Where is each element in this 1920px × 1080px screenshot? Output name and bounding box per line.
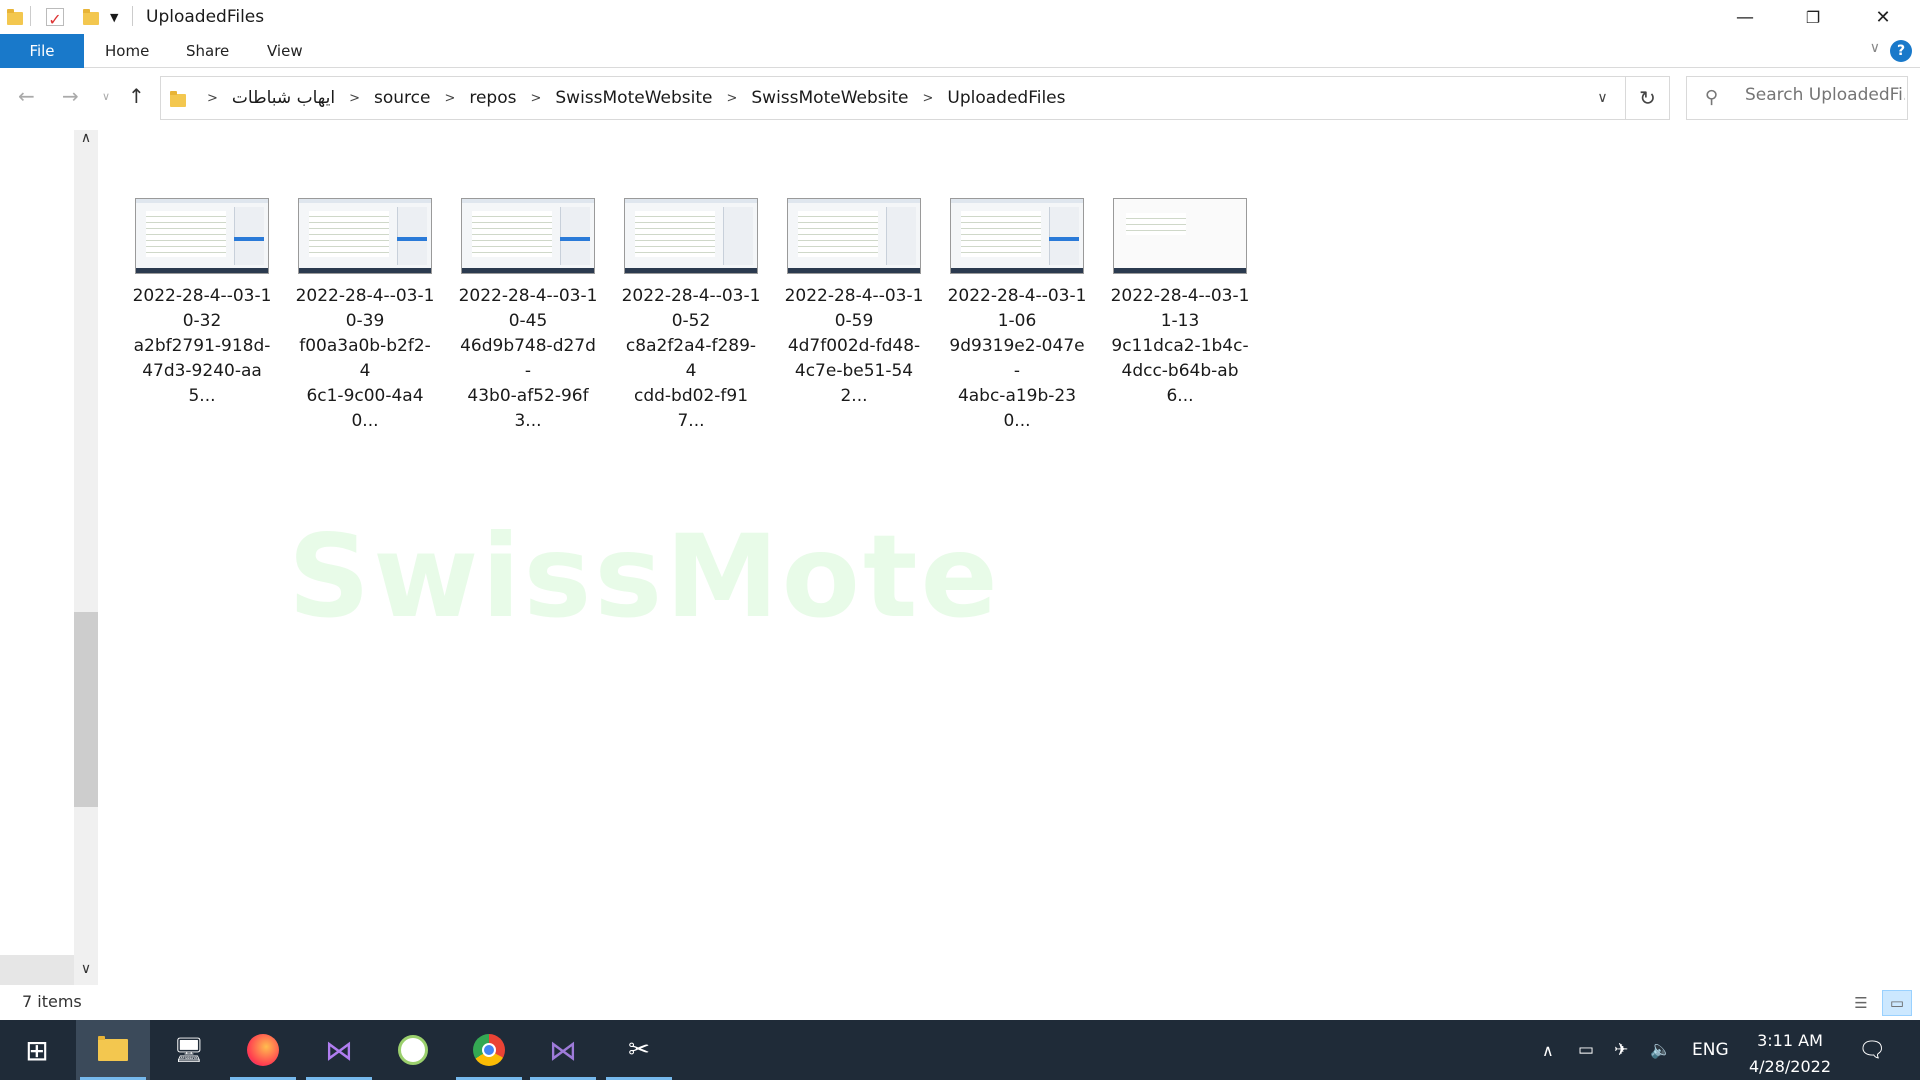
up-icon[interactable]: ↑ (128, 84, 145, 108)
file-name: 2022-28-4--03-1 0-32 a2bf2791-918d- 47d3-92… (132, 286, 272, 406)
file-thumbnail (135, 198, 269, 274)
horizontal-scrollbar[interactable] (0, 955, 74, 985)
chevron-right-icon[interactable]: > (349, 91, 360, 106)
refresh-icon[interactable]: ↻ (1626, 76, 1670, 120)
file-item[interactable]: 2022-28-4--03-1 0-39 f00a3a0b-b2f2-4 6c1-9c… (295, 198, 435, 434)
watermark-text: SwissMote (288, 510, 1001, 643)
volume-icon[interactable]: 🔈 (1650, 1020, 1671, 1080)
large-icons-view-icon[interactable]: ▭ (1882, 990, 1912, 1016)
language-indicator[interactable]: ENG (1692, 1020, 1729, 1080)
notifications-icon[interactable]: 🗨 (1858, 1020, 1886, 1080)
item-count: 7 items (22, 992, 82, 1011)
help-button[interactable]: ? (1890, 40, 1912, 62)
file-thumbnail (298, 198, 432, 274)
expand-ribbon-icon[interactable]: ∨ (1870, 40, 1880, 56)
search-icon: ⚲ (1705, 87, 1719, 108)
file-item[interactable]: 2022-28-4--03-1 0-59 4d7f002d-fd48- 4c7e-be… (784, 198, 924, 409)
timer-app-icon[interactable] (376, 1020, 450, 1080)
close-button[interactable]: ✕ (1848, 0, 1918, 34)
divider (30, 6, 31, 26)
breadcrumb-item[interactable]: SwissMoteWebsite (751, 88, 908, 108)
file-name: 2022-28-4--03-1 1-13 9c11dca2-1b4c- 4dcc-b6… (1110, 286, 1250, 406)
new-folder-icon[interactable] (80, 6, 102, 28)
address-bar[interactable]: > ايهاب شباطات > source > repos > SwissM… (160, 76, 1626, 120)
file-item[interactable]: 2022-28-4--03-1 1-13 9c11dca2-1b4c- 4dcc-b6… (1110, 198, 1250, 409)
title-bar: ✓ ▼ UploadedFiles — ❐ ✕ (0, 0, 1920, 36)
search-box[interactable]: ⚲ (1686, 76, 1908, 120)
file-explorer-icon[interactable] (76, 1020, 150, 1080)
status-bar: 7 items ☰ ▭ (0, 988, 1920, 1018)
customize-toolbar-icon[interactable]: ▼ (110, 11, 132, 33)
search-input[interactable] (1745, 85, 1905, 105)
ribbon-tabs: File Home Share View ∨ ? (0, 34, 1920, 68)
properties-icon[interactable]: ✓ (46, 8, 64, 29)
back-icon[interactable]: ← (18, 84, 35, 108)
firefox-icon[interactable] (226, 1020, 300, 1080)
scrollbar-thumb[interactable] (74, 612, 98, 807)
file-item[interactable]: 2022-28-4--03-1 0-32 a2bf2791-918d- 47d3-92… (132, 198, 272, 409)
chevron-right-icon[interactable]: > (207, 91, 218, 106)
tab-home[interactable]: Home (91, 34, 163, 68)
file-name: 2022-28-4--03-1 1-06 9d9319e2-047e- 4abc-a1… (947, 286, 1087, 431)
forward-icon[interactable]: → (62, 84, 79, 108)
file-thumbnail (461, 198, 595, 274)
tab-file[interactable]: File (0, 34, 84, 68)
window-title: UploadedFiles (146, 7, 265, 27)
restore-button[interactable]: ❐ (1778, 0, 1848, 34)
scroll-up-icon[interactable]: ∧ (74, 130, 98, 154)
chevron-right-icon[interactable]: > (530, 91, 541, 106)
clock-time: 3:11 AM (1757, 1031, 1823, 1050)
chevron-down-icon[interactable]: ∨ (1579, 77, 1625, 119)
file-thumbnail (624, 198, 758, 274)
clock[interactable]: 3:11 AM 4/28/2022 (1740, 1028, 1840, 1080)
file-name: 2022-28-4--03-1 0-52 c8a2f2a4-f289-4 cdd-bd… (621, 286, 761, 431)
breadcrumb-item-current[interactable]: UploadedFiles (947, 88, 1065, 108)
start-icon[interactable]: ⊞ (0, 1020, 74, 1080)
chevron-up-icon[interactable]: ∧ (1542, 1020, 1554, 1080)
breadcrumb-item[interactable]: ايهاب شباطات (232, 88, 335, 108)
chrome-icon[interactable] (452, 1020, 526, 1080)
navigation-pane-scrollbar[interactable]: ∧ ∨ (74, 130, 98, 985)
file-thumbnail (787, 198, 921, 274)
navigation-bar: ← → ∨ ↑ > ايهاب شباطات > source > repos … (0, 72, 1920, 122)
divider (132, 6, 133, 26)
breadcrumb: > ايهاب شباطات > source > repos > SwissM… (169, 77, 1066, 119)
snipping-tool-icon[interactable]: ✂ (602, 1020, 676, 1080)
battery-icon[interactable]: ▭ (1578, 1020, 1594, 1080)
file-item[interactable]: 2022-28-4--03-1 0-45 46d9b748-d27d- 43b0-af… (458, 198, 598, 434)
breadcrumb-item[interactable]: source (374, 88, 430, 108)
clock-date: 4/28/2022 (1748, 1057, 1832, 1076)
file-thumbnail (950, 198, 1084, 274)
file-name: 2022-28-4--03-1 0-45 46d9b748-d27d- 43b0-af… (458, 286, 598, 431)
desktop-icon[interactable]: 🖥 (152, 1020, 226, 1080)
tab-view[interactable]: View (253, 34, 317, 68)
airplane-mode-icon[interactable]: ✈ (1614, 1020, 1628, 1080)
visual-studio-icon[interactable]: ⋈ (302, 1020, 376, 1080)
chevron-right-icon[interactable]: > (922, 91, 933, 106)
visual-studio-icon[interactable]: ⋈ (526, 1020, 600, 1080)
recent-locations-icon[interactable]: ∨ (102, 90, 110, 103)
tab-share[interactable]: Share (172, 34, 243, 68)
breadcrumb-item[interactable]: repos (469, 88, 516, 108)
file-item[interactable]: 2022-28-4--03-1 1-06 9d9319e2-047e- 4abc-a1… (947, 198, 1087, 434)
file-item[interactable]: 2022-28-4--03-1 0-52 c8a2f2a4-f289-4 cdd-bd… (621, 198, 761, 434)
file-thumbnail (1113, 198, 1247, 274)
breadcrumb-item[interactable]: SwissMoteWebsite (555, 88, 712, 108)
taskbar: ⊞ 🖥 ⋈ ⋈ ✂ ∧ ▭ ✈ 🔈 ENG 3:11 AM 4/28/2022 … (0, 1020, 1920, 1080)
scroll-down-icon[interactable]: ∨ (74, 961, 98, 985)
chevron-right-icon[interactable]: > (726, 91, 737, 106)
file-name: 2022-28-4--03-1 0-59 4d7f002d-fd48- 4c7e-be… (784, 286, 924, 406)
details-view-icon[interactable]: ☰ (1846, 990, 1876, 1016)
chevron-right-icon[interactable]: > (444, 91, 455, 106)
folder-icon (169, 90, 187, 107)
file-name: 2022-28-4--03-1 0-39 f00a3a0b-b2f2-4 6c1-9c… (295, 286, 435, 431)
folder-icon (4, 6, 26, 28)
minimize-button[interactable]: — (1710, 0, 1780, 34)
